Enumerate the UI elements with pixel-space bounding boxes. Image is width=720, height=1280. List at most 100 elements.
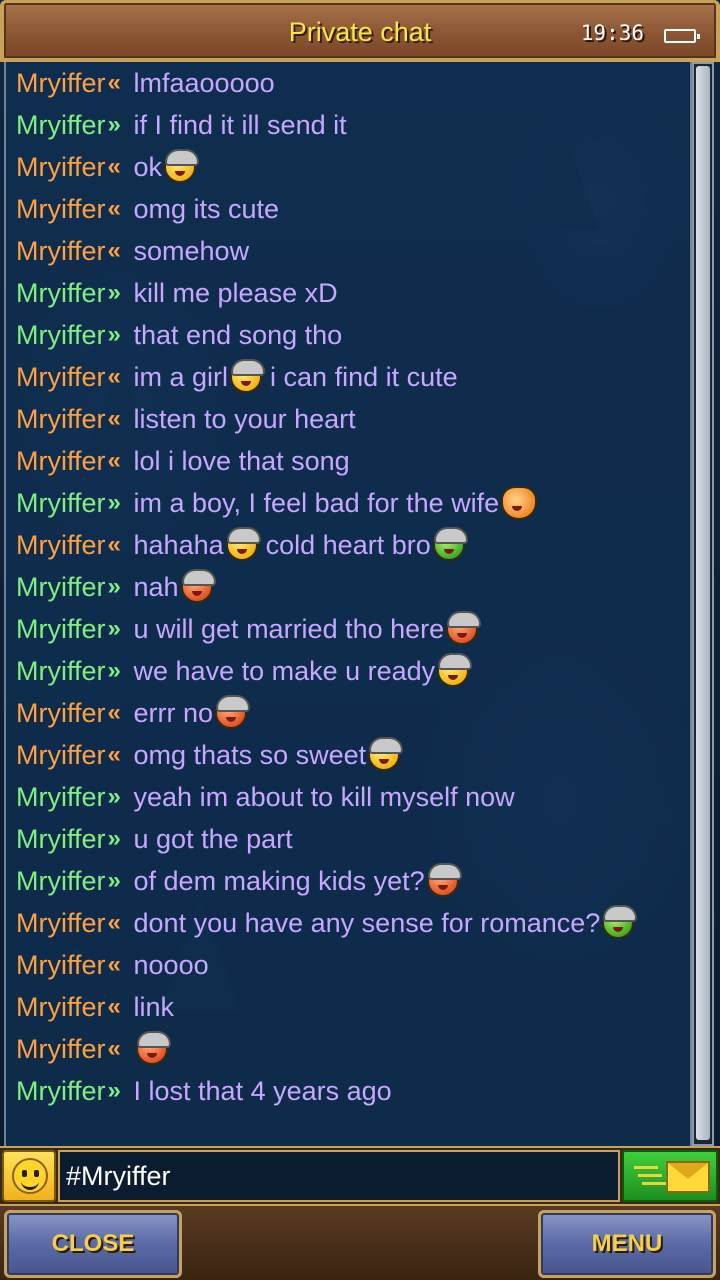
message-sender[interactable]: Mryiffer: [16, 866, 106, 897]
outgoing-arrow-icon: »: [107, 1077, 121, 1104]
chat-input-row: [0, 1146, 720, 1204]
chat-message: Mryiffer « im a girl i can find it cute: [16, 356, 692, 398]
message-sender[interactable]: Mryiffer: [16, 530, 106, 561]
message-text: that end song tho: [133, 319, 343, 350]
outgoing-arrow-icon: »: [107, 867, 121, 894]
message-text: listen to your heart: [133, 403, 356, 434]
message-text: omg thats so sweet: [133, 739, 367, 770]
cat-icon: [501, 486, 538, 520]
outgoing-arrow-icon: »: [107, 489, 121, 516]
message-sender[interactable]: Mryiffer: [16, 614, 106, 645]
message-sender[interactable]: Mryiffer: [16, 782, 106, 813]
chat-message: Mryiffer « omg its cute: [16, 188, 692, 230]
message-sender[interactable]: Mryiffer: [16, 950, 106, 981]
message-sender[interactable]: Mryiffer: [16, 320, 106, 351]
speed-lines-icon: [634, 1166, 658, 1169]
outgoing-arrow-icon: »: [107, 321, 121, 348]
incoming-arrow-icon: «: [107, 405, 121, 432]
message-sender[interactable]: Mryiffer: [16, 572, 106, 603]
chat-message: Mryiffer « omg thats so sweet: [16, 734, 692, 776]
message-sender[interactable]: Mryiffer: [16, 740, 106, 771]
chat-message: Mryiffer « errr no: [16, 692, 692, 734]
message-sender[interactable]: Mryiffer: [16, 152, 106, 183]
tongue-viking-icon: [230, 359, 266, 393]
message-sender[interactable]: Mryiffer: [16, 992, 106, 1023]
chat-message: Mryiffer» u will get married tho here: [16, 608, 692, 650]
chat-message: Mryiffer « lol i love that song: [16, 440, 692, 482]
chat-message: Mryiffer» of dem making kids yet?: [16, 860, 692, 902]
crying-viking-icon: [368, 737, 404, 771]
message-sender[interactable]: Mryiffer: [16, 278, 106, 309]
message-list: Mryiffer «lmfaaooooo Mryiffer» if I find it…: [16, 62, 692, 1112]
message-text: somehow: [133, 235, 250, 266]
message-text: dont you have any sense for romance?: [133, 907, 601, 938]
message-text: u got the part: [133, 823, 293, 854]
chat-message: Mryiffer» nah: [16, 566, 692, 608]
chat-message: Mryiffer» we have to make u ready: [16, 650, 692, 692]
message-sender[interactable]: Mryiffer: [16, 194, 106, 225]
message-sender[interactable]: Mryiffer: [16, 908, 106, 939]
message-sender[interactable]: Mryiffer: [16, 488, 106, 519]
chat-log[interactable]: Mryiffer «lmfaaooooo Mryiffer» if I find it…: [4, 62, 692, 1146]
outgoing-arrow-icon: »: [107, 111, 121, 138]
chat-input[interactable]: [58, 1150, 620, 1202]
message-text: kill me please xD: [133, 277, 338, 308]
chat-message: Mryiffer « listen to your heart: [16, 398, 692, 440]
message-text: cold heart bro: [265, 529, 431, 560]
shocked-viking-icon: [437, 653, 473, 687]
outgoing-arrow-icon: »: [107, 657, 121, 684]
send-button[interactable]: [622, 1150, 718, 1202]
chat-message: Mryiffer» that end song tho: [16, 314, 692, 356]
message-text: lmfaaooooo: [133, 67, 275, 98]
message-sender[interactable]: Mryiffer: [16, 824, 106, 855]
incoming-arrow-icon: «: [107, 741, 121, 768]
message-sender[interactable]: Mryiffer: [16, 698, 106, 729]
message-text: i can find it cute: [270, 361, 458, 392]
incoming-arrow-icon: «: [107, 951, 121, 978]
title-bar: Private chat 19:36: [0, 0, 720, 62]
message-sender[interactable]: Mryiffer: [16, 656, 106, 687]
envelope-icon: [666, 1161, 710, 1193]
message-text: if I find it ill send it: [133, 109, 347, 140]
message-sender[interactable]: Mryiffer: [16, 1076, 106, 1107]
message-text: hahaha: [133, 529, 224, 560]
close-button[interactable]: CLOSE: [4, 1210, 182, 1278]
message-sender[interactable]: Mryiffer: [16, 68, 106, 99]
smirk-viking-icon: [446, 611, 482, 645]
sick-viking-icon: [432, 527, 468, 561]
chat-scrollbar[interactable]: [692, 62, 714, 1146]
smiley-icon: [12, 1158, 48, 1194]
message-text: I lost that 4 years ago: [133, 1075, 392, 1106]
emoji-picker-button[interactable]: [2, 1150, 56, 1202]
outgoing-arrow-icon: »: [107, 783, 121, 810]
outgoing-arrow-icon: »: [107, 573, 121, 600]
outgoing-arrow-icon: »: [107, 279, 121, 306]
chat-message: Mryiffer» I lost that 4 years ago: [16, 1070, 692, 1112]
message-sender[interactable]: Mryiffer: [16, 362, 106, 393]
incoming-arrow-icon: «: [107, 993, 121, 1020]
tongue-viking-icon: [164, 149, 200, 183]
message-sender[interactable]: Mryiffer: [16, 446, 106, 477]
message-sender[interactable]: Mryiffer: [16, 236, 106, 267]
message-text: im a girl: [133, 361, 229, 392]
chat-message: Mryiffer» kill me please xD: [16, 272, 692, 314]
chat-message: Mryiffer « ok: [16, 146, 692, 188]
message-sender[interactable]: Mryiffer: [16, 404, 106, 435]
chat-message: Mryiffer « link: [16, 986, 692, 1028]
message-text: ok: [133, 151, 163, 182]
menu-button[interactable]: MENU: [538, 1210, 716, 1278]
outgoing-arrow-icon: »: [107, 825, 121, 852]
scrollbar-thumb[interactable]: [696, 66, 710, 1140]
message-text: omg its cute: [133, 193, 280, 224]
chat-message: Mryiffer» im a boy, I feel bad for the wi…: [16, 482, 692, 524]
message-sender[interactable]: Mryiffer: [16, 1034, 106, 1065]
message-text: im a boy, I feel bad for the wife: [133, 487, 500, 518]
chat-message: Mryiffer « dont you have any sense for rom…: [16, 902, 692, 944]
incoming-arrow-icon: «: [107, 363, 121, 390]
message-text: we have to make u ready: [133, 655, 436, 686]
incoming-arrow-icon: «: [107, 1035, 121, 1062]
message-text: noooo: [133, 949, 209, 980]
message-text: u will get married tho here: [133, 613, 445, 644]
message-sender[interactable]: Mryiffer: [16, 110, 106, 141]
message-text: link: [133, 991, 175, 1022]
